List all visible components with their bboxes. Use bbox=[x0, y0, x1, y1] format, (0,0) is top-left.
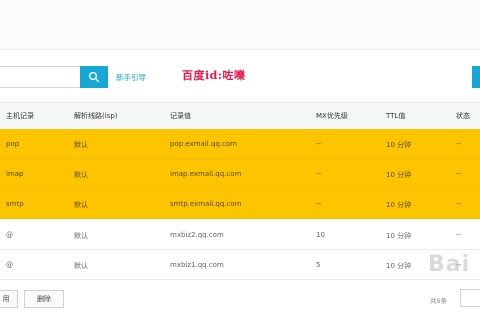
cell-host: smtp bbox=[6, 200, 24, 208]
column-header-value: 记录值 bbox=[170, 112, 191, 120]
delete-button[interactable]: 删除 bbox=[24, 290, 64, 308]
cell-line: 默认 bbox=[74, 141, 88, 149]
cell-value: mxbiz1.qq.com bbox=[170, 261, 224, 269]
cell-ttl: 10 分钟 bbox=[386, 141, 412, 149]
cell-host: @ bbox=[6, 231, 13, 239]
cell-host: imap bbox=[6, 170, 24, 178]
table-row[interactable]: @ 默认 mxbiz2.qq.com 10 10 分钟 -- bbox=[0, 220, 480, 250]
cell-mx: 5 bbox=[316, 261, 321, 269]
add-record-button[interactable] bbox=[472, 66, 480, 88]
cell-value: pop.exmail.qq.com bbox=[170, 140, 238, 148]
cell-mx: -- bbox=[316, 140, 322, 148]
cell-ttl: 10 分钟 bbox=[386, 262, 412, 270]
cell-status: -- bbox=[456, 140, 462, 148]
column-header-status: 状态 bbox=[456, 112, 470, 120]
search-icon bbox=[88, 71, 100, 83]
cell-line: 默认 bbox=[74, 171, 88, 179]
search-button[interactable] bbox=[80, 66, 108, 88]
column-header-line: 解析线路(isp) bbox=[74, 112, 118, 120]
watermark-id-text: 百度id:咗嚛 bbox=[182, 69, 246, 82]
column-header-ttl: TTL值 bbox=[386, 112, 406, 120]
search-input[interactable] bbox=[0, 66, 80, 88]
cell-line: 默认 bbox=[74, 232, 88, 240]
guide-link[interactable]: 新手引导 bbox=[116, 72, 146, 83]
cell-mx: 10 bbox=[316, 231, 325, 239]
cell-status: -- bbox=[456, 170, 462, 178]
table-row[interactable]: imap 默认 imap.exmail.qq.com -- 10 分钟 -- bbox=[0, 159, 480, 189]
cell-value: mxbiz2.qq.com bbox=[170, 231, 224, 239]
page-size-select[interactable] bbox=[460, 289, 480, 307]
enable-button[interactable]: 用 bbox=[0, 290, 18, 308]
cell-line: 默认 bbox=[74, 262, 88, 270]
cell-status: -- bbox=[456, 231, 462, 239]
cell-status: -- bbox=[456, 200, 462, 208]
cell-value: imap.exmail.qq.com bbox=[170, 170, 242, 178]
cell-host: pop bbox=[6, 140, 20, 148]
total-count: 共5条 bbox=[430, 297, 448, 305]
cell-line: 默认 bbox=[74, 201, 88, 209]
cell-ttl: 10 分钟 bbox=[386, 201, 412, 209]
table-row[interactable]: smtp 默认 smtp.exmail.qq.com -- 10 分钟 -- bbox=[0, 189, 480, 219]
cell-ttl: 10 分钟 bbox=[386, 232, 412, 240]
cell-host: @ bbox=[6, 261, 13, 269]
cell-mx: -- bbox=[316, 200, 322, 208]
table-header: 主机记录 解析线路(isp) 记录值 MX优先级 TTL值 状态 bbox=[0, 102, 480, 128]
column-header-host: 主机记录 bbox=[6, 112, 34, 120]
column-header-mx: MX优先级 bbox=[316, 112, 348, 120]
cell-mx: -- bbox=[316, 170, 322, 178]
table-row[interactable]: pop 默认 pop.exmail.qq.com -- 10 分钟 -- bbox=[0, 129, 480, 159]
top-strip bbox=[0, 0, 480, 50]
cell-value: smtp.exmail.qq.com bbox=[170, 200, 242, 208]
table-row[interactable]: @ 默认 mxbiz1.qq.com 5 10 分钟 -- bbox=[0, 250, 480, 280]
cell-ttl: 10 分钟 bbox=[386, 171, 412, 179]
cell-status: -- bbox=[456, 261, 462, 269]
